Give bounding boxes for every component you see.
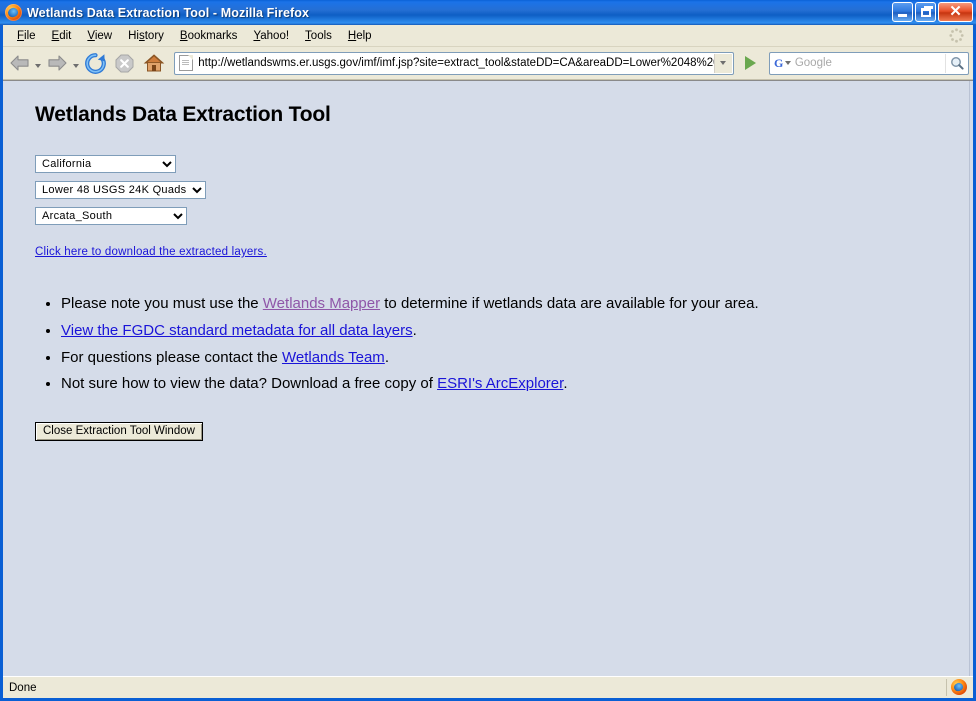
stop-button[interactable] <box>111 50 138 76</box>
back-button[interactable] <box>7 51 32 75</box>
page-content: Wetlands Data Extraction Tool California… <box>3 80 973 676</box>
wetlands-mapper-link[interactable]: Wetlands Mapper <box>263 295 380 312</box>
forward-history-dropdown[interactable] <box>72 51 81 75</box>
menu-view[interactable]: View <box>79 28 120 44</box>
firefox-icon[interactable] <box>951 679 967 695</box>
home-icon <box>143 53 165 73</box>
stop-icon <box>115 54 134 73</box>
status-separator <box>946 679 947 696</box>
back-history-dropdown[interactable] <box>34 51 43 75</box>
forward-arrow-icon <box>46 54 68 72</box>
note-text-pre: Not sure how to view the data? Download … <box>61 375 437 392</box>
window-title: Wetlands Data Extraction Tool - Mozilla … <box>27 6 309 20</box>
search-bar[interactable]: G Google <box>769 52 969 75</box>
menu-bar: File Edit View History Bookmarks Yahoo! … <box>3 25 973 47</box>
notes-list: Please note you must use the Wetlands Ma… <box>33 293 973 395</box>
go-arrow-icon <box>745 56 756 70</box>
list-item: Not sure how to view the data? Download … <box>61 373 973 394</box>
close-button[interactable]: ✕ <box>938 2 973 22</box>
forward-button[interactable] <box>45 51 70 75</box>
menu-tools[interactable]: Tools <box>297 28 340 44</box>
address-history-dropdown[interactable] <box>714 54 732 73</box>
menu-file[interactable]: File <box>9 28 44 44</box>
content-right-edge-line <box>969 81 970 676</box>
arcexplorer-link[interactable]: ESRI's ArcExplorer <box>437 375 563 392</box>
home-button[interactable] <box>140 50 167 76</box>
list-item: Please note you must use the Wetlands Ma… <box>61 293 973 314</box>
address-bar-value[interactable]: http://wetlandswms.er.usgs.gov/imf/imf.j… <box>198 57 714 69</box>
menu-help[interactable]: Help <box>340 28 380 44</box>
google-logo-icon[interactable]: G <box>774 56 783 71</box>
close-extraction-tool-button[interactable]: Close Extraction Tool Window <box>35 422 203 441</box>
quad-select[interactable]: Arcata_South <box>35 207 187 225</box>
note-text-pre: Please note you must use the <box>61 295 263 312</box>
back-arrow-icon <box>9 54 31 72</box>
search-submit-button[interactable] <box>945 54 968 73</box>
reload-icon <box>85 53 106 74</box>
page-title: Wetlands Data Extraction Tool <box>35 103 973 127</box>
restore-icon <box>921 8 931 17</box>
search-engine-dropdown-icon[interactable] <box>785 61 791 65</box>
menu-bookmarks[interactable]: Bookmarks <box>172 28 246 44</box>
wetlands-team-link[interactable]: Wetlands Team <box>282 349 385 366</box>
title-bar: Wetlands Data Extraction Tool - Mozilla … <box>0 0 976 25</box>
note-text-post: . <box>563 375 567 392</box>
menu-edit[interactable]: Edit <box>44 28 80 44</box>
close-icon: ✕ <box>949 4 962 19</box>
minimize-button[interactable] <box>892 2 913 22</box>
download-layers-link[interactable]: Click here to download the extracted lay… <box>35 246 267 258</box>
fgdc-metadata-link[interactable]: View the FGDC standard metadata for all … <box>61 322 413 339</box>
status-bar: Done <box>3 676 973 698</box>
restore-button[interactable] <box>915 2 936 22</box>
status-text: Done <box>9 682 37 694</box>
navigation-toolbar: http://wetlandswms.er.usgs.gov/imf/imf.j… <box>3 47 973 80</box>
note-text-post: . <box>385 349 389 366</box>
firefox-icon <box>5 4 22 21</box>
search-input[interactable]: Google <box>795 57 945 69</box>
go-button[interactable] <box>739 51 763 75</box>
menu-yahoo[interactable]: Yahoo! <box>245 28 297 44</box>
minimize-icon <box>898 14 907 17</box>
menu-history[interactable]: History <box>120 28 172 44</box>
note-text-post: to determine if wetlands data are availa… <box>380 295 759 312</box>
browser-window: Wetlands Data Extraction Tool - Mozilla … <box>0 0 976 701</box>
magnifier-icon <box>950 56 964 70</box>
note-text-post: . <box>413 322 417 339</box>
area-select[interactable]: Lower 48 USGS 24K Quads <box>35 181 206 199</box>
reload-button[interactable] <box>82 50 109 76</box>
window-controls: ✕ <box>892 2 973 22</box>
address-bar[interactable]: http://wetlandswms.er.usgs.gov/imf/imf.j… <box>174 52 734 75</box>
list-item: View the FGDC standard metadata for all … <box>61 320 973 341</box>
list-item: For questions please contact the Wetland… <box>61 347 973 368</box>
throbber-icon <box>949 28 964 43</box>
page-favicon-icon <box>179 55 193 71</box>
note-text-pre: For questions please contact the <box>61 349 282 366</box>
state-select[interactable]: California <box>35 155 176 173</box>
